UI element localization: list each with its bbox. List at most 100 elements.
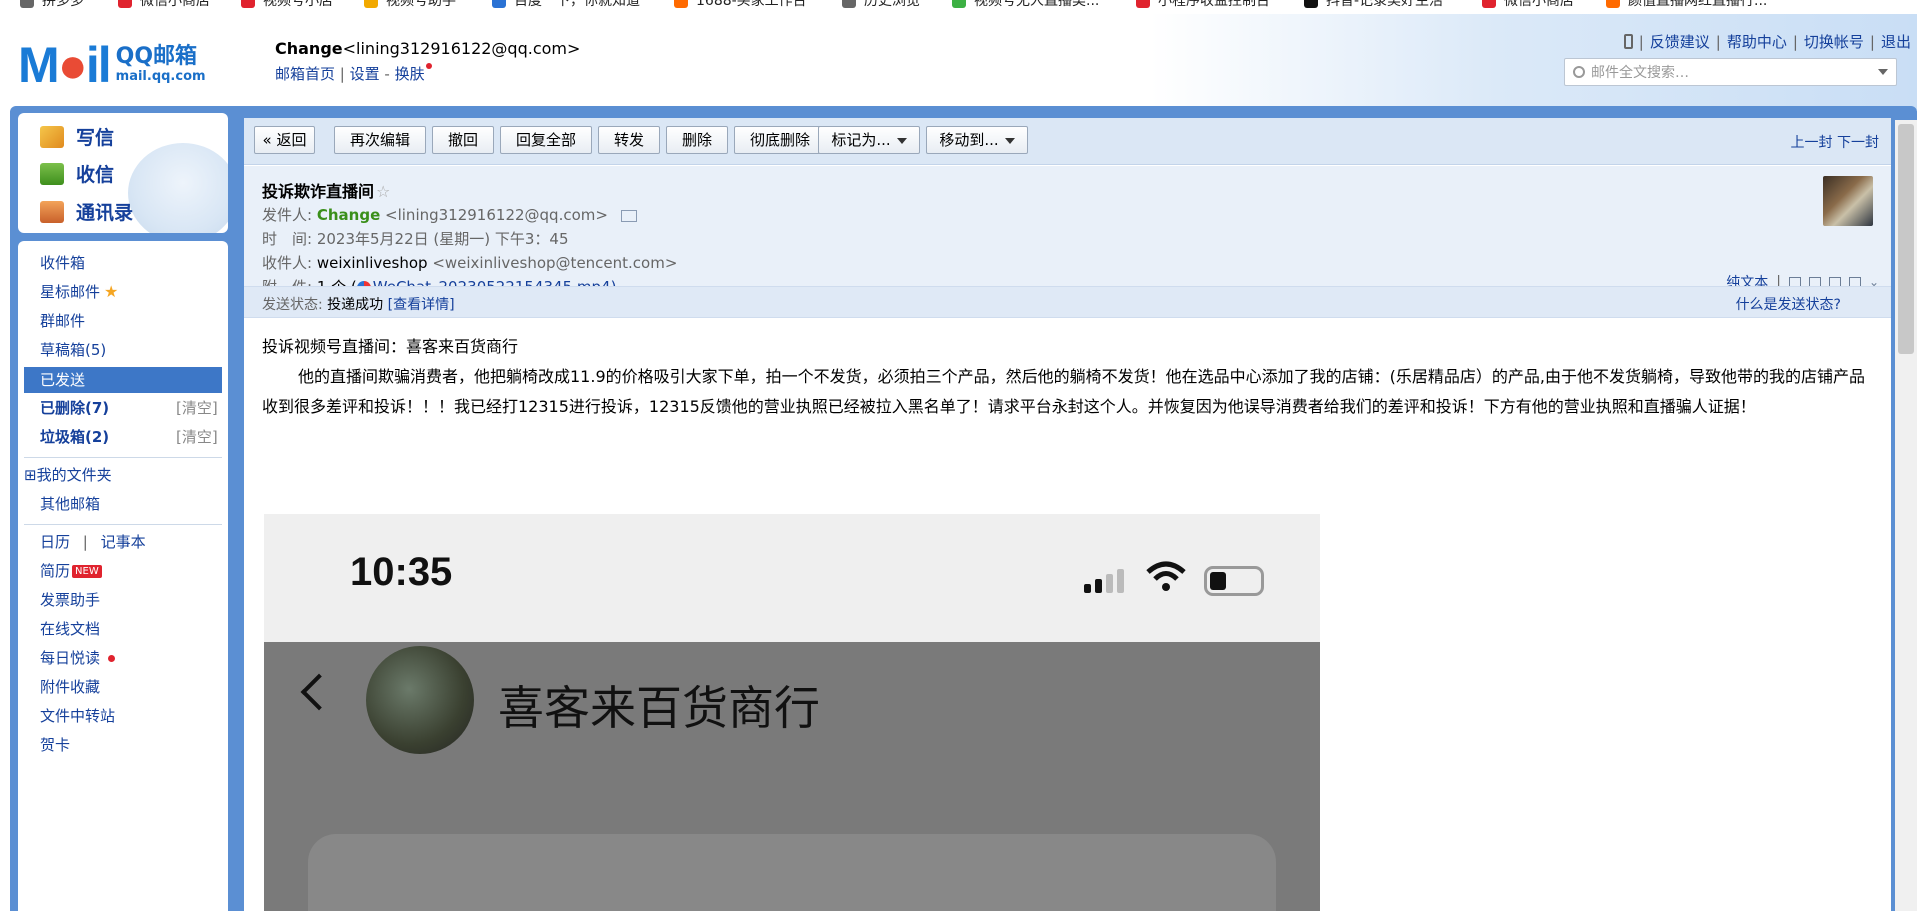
move-to-dropdown[interactable]: 移动到... xyxy=(926,126,1028,154)
sender-name[interactable]: Change xyxy=(317,206,380,224)
bookmark-item[interactable]: 颜值直播网红直播行... xyxy=(1606,0,1767,8)
back-arrow-icon xyxy=(300,673,338,711)
penguin-decoration xyxy=(128,143,228,233)
compose-icon xyxy=(40,125,64,148)
link-prev-mail[interactable]: 上一封 xyxy=(1791,135,1833,151)
shop-name: 喜客来百货商行 xyxy=(498,681,820,735)
to-row: 收件人: weixinliveshop <weixinliveshop@tenc… xyxy=(262,254,678,272)
divider xyxy=(24,524,222,525)
link-help[interactable]: 帮助中心 xyxy=(1727,31,1787,52)
mark-as-dropdown[interactable]: 标记为... xyxy=(818,126,920,154)
qqmail-logo[interactable]: M●il QQ邮箱 mail.qq.com xyxy=(18,40,206,90)
link-mail-home[interactable]: 邮箱首页 xyxy=(275,65,335,83)
link-settings[interactable]: 设置 xyxy=(350,65,380,83)
star-icon[interactable]: ☆ xyxy=(376,182,390,201)
logo-mark: M●il xyxy=(18,37,112,93)
info-card xyxy=(308,834,1276,911)
mail-subject: 投诉欺诈直播间 ☆ xyxy=(262,182,391,201)
link-next-mail[interactable]: 下一封 xyxy=(1837,135,1879,151)
send-status-bar: 发送状态: 投递成功 [查看详情] 什么是发送状态? xyxy=(244,286,1891,318)
chevron-down-icon[interactable] xyxy=(1878,69,1888,75)
bookmark-item[interactable]: 视频号小店 xyxy=(241,0,333,8)
bookmark-item[interactable]: 视频号无人直播类... xyxy=(952,0,1099,8)
back-button[interactable]: « 返回 xyxy=(254,126,315,154)
from-row: 发件人: Change <lining312916122@qq.com> xyxy=(262,204,637,225)
link-skin[interactable]: 换肤 xyxy=(395,65,425,83)
body-paragraph: 他的直播间欺骗消费者，他把躺椅改成11.9的价格吸引大家下单，拍一个不发货，必须… xyxy=(262,367,1865,416)
prev-next-links: 上一封 下一封 xyxy=(1791,132,1879,152)
re-edit-button[interactable]: 再次编辑 xyxy=(334,126,426,154)
chevron-down-icon xyxy=(896,137,907,144)
phone-time: 10:35 xyxy=(350,550,453,594)
embedded-screenshot-image[interactable]: 10:35 喜客来百货商行 xyxy=(264,514,1320,911)
contacts-button[interactable]: 通讯录 xyxy=(40,198,133,225)
send-status-help-link[interactable]: 什么是发送状态? xyxy=(1736,294,1841,314)
bookmarks-bar: 拼多多 微信小商店 视频号小店 视频号助手 百度一下，你就知道 1688-买家工… xyxy=(0,0,1917,14)
sidebar-item-sent[interactable]: 已发送 xyxy=(24,367,222,393)
sidebar-item-inbox[interactable]: 收件箱 xyxy=(40,251,85,275)
sidebar-item-group[interactable]: 群邮件 xyxy=(40,309,85,333)
clear-deleted-button[interactable]: [清空] xyxy=(176,396,236,420)
time-row: 时 间: 2023年5月22日 (星期一) 下午3：45 xyxy=(262,230,569,248)
clear-spam-button[interactable]: [清空] xyxy=(176,425,236,449)
mobile-icon[interactable] xyxy=(1623,34,1633,49)
link-feedback[interactable]: 反馈建议 xyxy=(1650,31,1710,52)
bookmark-item[interactable]: 小程序收益控制台 xyxy=(1136,0,1270,8)
mail-header: M●il QQ邮箱 mail.qq.com Change<lining31291… xyxy=(0,14,1917,110)
link-logout[interactable]: 退出 xyxy=(1881,31,1911,52)
bookmark-item[interactable]: 百度一下，你就知道 xyxy=(492,0,640,8)
sidebar-item-drafts[interactable]: 草稿箱(5) xyxy=(40,338,106,362)
sidebar-item-tools: 日历 | 记事本 xyxy=(40,533,146,551)
bookmark-item[interactable]: 视频号助手 xyxy=(364,0,456,8)
sidebar-item-cards[interactable]: 贺卡 xyxy=(40,733,70,757)
recall-button[interactable]: 撤回 xyxy=(432,126,494,154)
logo-en: mail.qq.com xyxy=(115,69,206,84)
receive-button[interactable]: 收信 xyxy=(40,160,114,187)
contacts-icon xyxy=(40,200,64,223)
sidebar-item-my-folders[interactable]: ⊞我的文件夹 xyxy=(24,463,112,487)
sidebar-item-other-mail[interactable]: 其他邮箱 xyxy=(40,492,100,516)
search-input[interactable]: 邮件全文搜索… xyxy=(1564,58,1897,86)
contact-card-icon[interactable] xyxy=(620,209,637,222)
bookmark-item[interactable]: 微信小商店 xyxy=(118,0,210,8)
sidebar-item-file-transfer[interactable]: 文件中转站 xyxy=(40,704,115,728)
top-links: | 反馈建议 | 帮助中心 | 切换帐号 | 退出 xyxy=(1623,31,1911,52)
sidebar-item-deleted[interactable]: 已删除(7) [清空] xyxy=(40,396,236,420)
sidebar-item-resume[interactable]: 简历 NEW xyxy=(40,559,102,583)
divider xyxy=(24,457,222,458)
bookmark-item[interactable]: 1688-买家工作台 xyxy=(674,0,807,8)
forward-button[interactable]: 转发 xyxy=(598,126,660,154)
sender-avatar[interactable] xyxy=(1823,176,1873,226)
battery-icon xyxy=(1204,566,1264,596)
sender-email: <lining312916122@qq.com> xyxy=(385,206,608,224)
sidebar-item-starred[interactable]: 星标邮件 ★ xyxy=(40,280,118,304)
notification-dot xyxy=(425,63,432,69)
scrollbar[interactable] xyxy=(1895,120,1917,911)
send-status-detail-link[interactable]: [查看详情] xyxy=(388,297,455,313)
recipient-email: <weixinliveshop@tencent.com> xyxy=(432,254,678,272)
link-calendar[interactable]: 日历 xyxy=(40,533,70,551)
sidebar-item-invoice[interactable]: 发票助手 xyxy=(40,588,100,612)
new-badge: NEW xyxy=(72,565,102,578)
link-notebook[interactable]: 记事本 xyxy=(101,533,146,551)
sidebar-item-attachments[interactable]: 附件收藏 xyxy=(40,675,100,699)
bookmark-item[interactable]: 历史浏览 xyxy=(842,0,920,8)
mail-body: 投诉视频号直播间：喜客来百货商行 他的直播间欺骗消费者，他把躺椅改成11.9的价… xyxy=(262,332,1877,422)
quick-actions: 写信 收信 通讯录 xyxy=(18,113,228,233)
compose-button[interactable]: 写信 xyxy=(40,123,114,150)
chevron-down-icon xyxy=(1004,137,1015,144)
bookmark-item[interactable]: 拼多多 xyxy=(20,0,84,8)
recipient-name[interactable]: weixinliveshop xyxy=(317,254,428,272)
bookmark-item[interactable]: 抖音-记录美好生活 xyxy=(1304,0,1443,8)
link-switch-account[interactable]: 切换帐号 xyxy=(1804,31,1864,52)
sidebar-item-docs[interactable]: 在线文档 xyxy=(40,617,100,641)
reply-all-button[interactable]: 回复全部 xyxy=(500,126,592,154)
delete-button[interactable]: 删除 xyxy=(666,126,728,154)
sidebar-item-daily[interactable]: 每日悦读 xyxy=(40,646,116,670)
account-links: 邮箱首页 | 设置 - 换肤 xyxy=(275,63,432,84)
mail-toolbar: « 返回 再次编辑 撤回 回复全部 转发 删除 彻底删除 标记为... 移动到.… xyxy=(244,118,1891,165)
delete-permanently-button[interactable]: 彻底删除 xyxy=(734,126,826,154)
sidebar-item-spam[interactable]: 垃圾箱(2) [清空] xyxy=(40,425,236,449)
bookmark-item[interactable]: 微信小商店 xyxy=(1482,0,1574,8)
send-status-value: 投递成功 xyxy=(327,297,384,313)
